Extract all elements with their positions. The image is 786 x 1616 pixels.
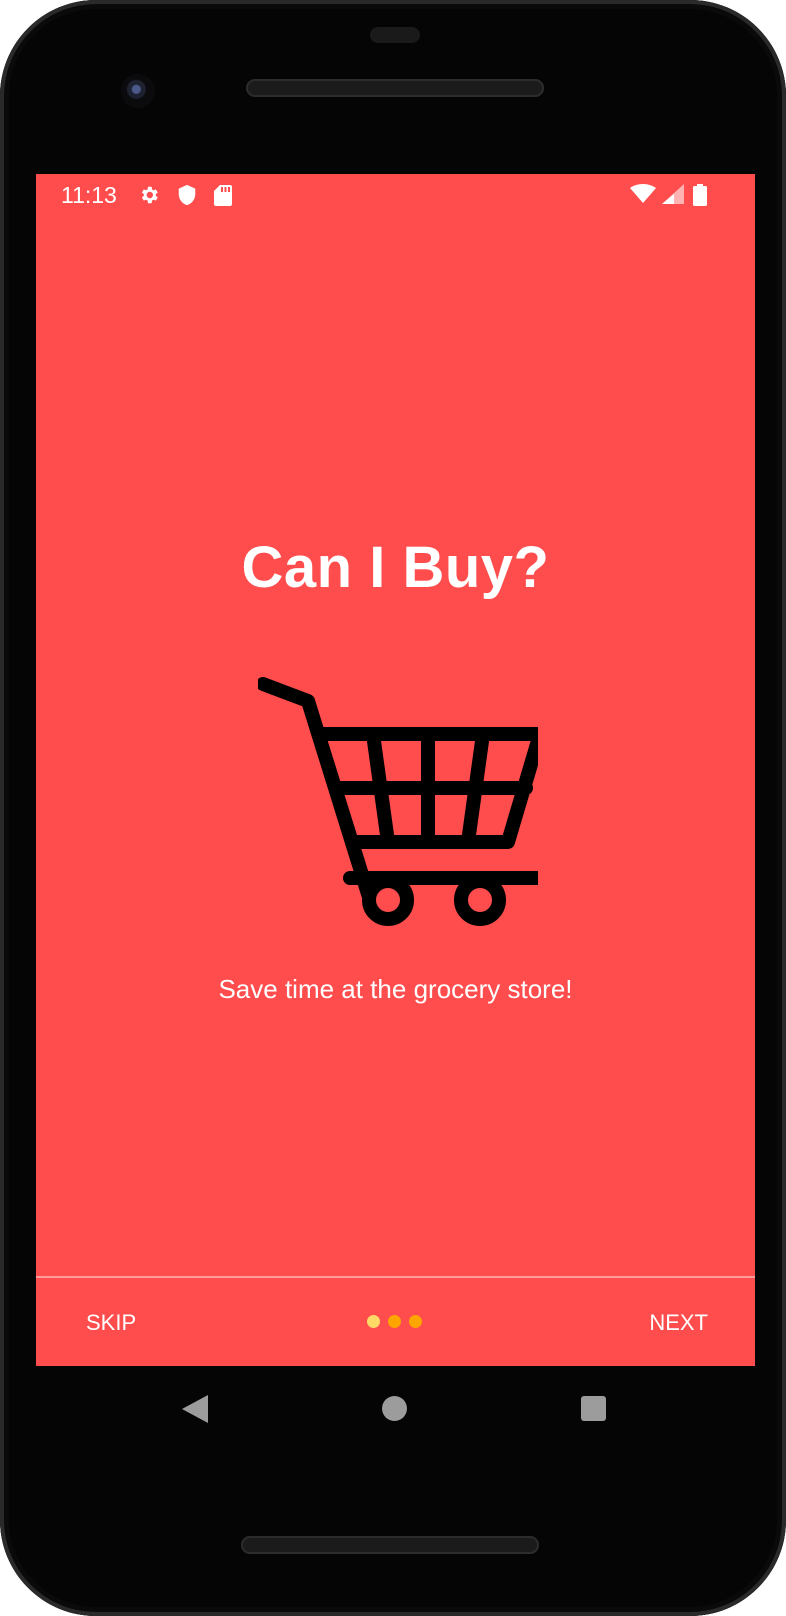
app-screen: 11:13 Can I Buy? Save time at the grocer… [36,174,755,1366]
skip-button[interactable]: SKIP [86,1310,136,1336]
phone-frame: 11:13 Can I Buy? Save time at the grocer… [0,0,786,1616]
page-dot[interactable] [388,1315,401,1328]
onboarding-title: Can I Buy? [241,535,550,600]
shopping-cart-icon [258,677,538,926]
page-dot-active[interactable] [367,1315,380,1328]
system-navigation-bar [0,1366,786,1446]
sensor-slot [370,27,420,43]
front-camera [121,74,155,108]
page-dot[interactable] [409,1315,422,1328]
cell-signal-icon [662,184,684,204]
status-time: 11:13 [61,182,117,208]
page-indicator [367,1315,430,1329]
next-button[interactable]: NEXT [649,1310,708,1336]
battery-icon [693,184,707,206]
status-bar: 11:13 [36,174,755,214]
settings-gear-icon [141,186,158,204]
bottom-divider [36,1276,755,1278]
top-speaker-grille [246,79,544,97]
recents-icon[interactable] [581,1396,606,1421]
shield-icon [178,184,196,206]
sd-card-icon [214,185,232,206]
wifi-icon [630,184,656,203]
home-icon[interactable] [382,1396,407,1421]
bottom-speaker-grille [241,1536,539,1554]
back-icon[interactable] [182,1395,208,1423]
onboarding-subtitle: Save time at the grocery store! [218,974,573,1004]
